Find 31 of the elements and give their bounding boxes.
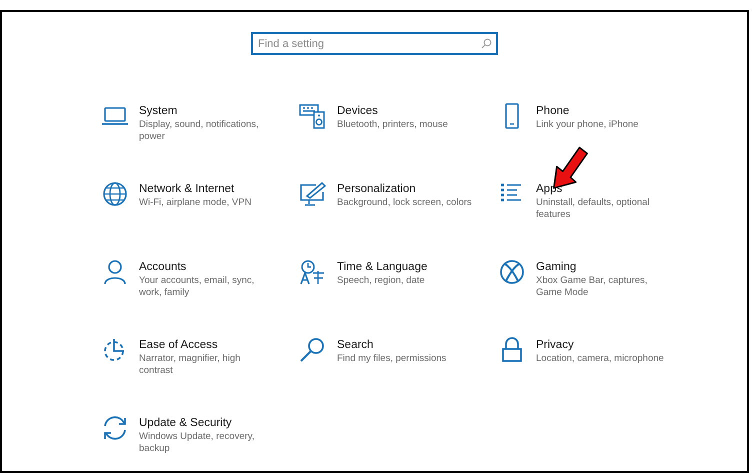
search-icon xyxy=(481,38,492,49)
category-link[interactable]: Privacy xyxy=(536,338,668,352)
category-description: Background, lock screen, colors xyxy=(337,197,473,209)
category-description: Uninstall, defaults, optional features xyxy=(536,197,651,221)
category-link[interactable]: Gaming xyxy=(536,260,668,274)
category-description: Xbox Game Bar, captures, Game Mode xyxy=(536,275,648,299)
category-link[interactable]: Search xyxy=(337,338,487,352)
category-link[interactable]: Network & Internet xyxy=(139,182,271,196)
category-description: Location, camera, microphone xyxy=(536,353,665,365)
keyboard-speaker-icon xyxy=(298,102,328,130)
category-description: Wi-Fi, airplane mode, VPN xyxy=(139,197,252,209)
category-description: Link your phone, iPhone xyxy=(536,119,640,131)
category-link[interactable]: Phone xyxy=(536,104,668,118)
category-link[interactable]: Ease of Access xyxy=(139,338,271,352)
xbox-icon xyxy=(497,258,527,286)
category-description: Narrator, magnifier, high contrast xyxy=(139,353,242,377)
category-description: Bluetooth, printers, mouse xyxy=(337,119,449,131)
category-link[interactable]: Accounts xyxy=(139,260,271,274)
category-description: Find my files, permissions xyxy=(337,353,448,365)
category-description: Your accounts, email, sync, work, family xyxy=(139,275,256,299)
category-link[interactable]: Personalization xyxy=(337,182,487,196)
category-link[interactable]: Time & Language xyxy=(337,260,487,274)
category-link[interactable]: Devices xyxy=(337,104,487,118)
category-description: Windows Update, recovery, backup xyxy=(139,431,256,455)
monitor-brush-icon xyxy=(298,180,328,208)
search-field[interactable]: Find a setting xyxy=(251,32,498,55)
globe-icon xyxy=(100,180,130,208)
category-link[interactable]: Update & Security xyxy=(139,416,271,430)
category-link[interactable]: System xyxy=(139,104,271,118)
category-description: Display, sound, notifications, power xyxy=(139,119,260,143)
category-description: Speech, region, date xyxy=(337,275,426,287)
